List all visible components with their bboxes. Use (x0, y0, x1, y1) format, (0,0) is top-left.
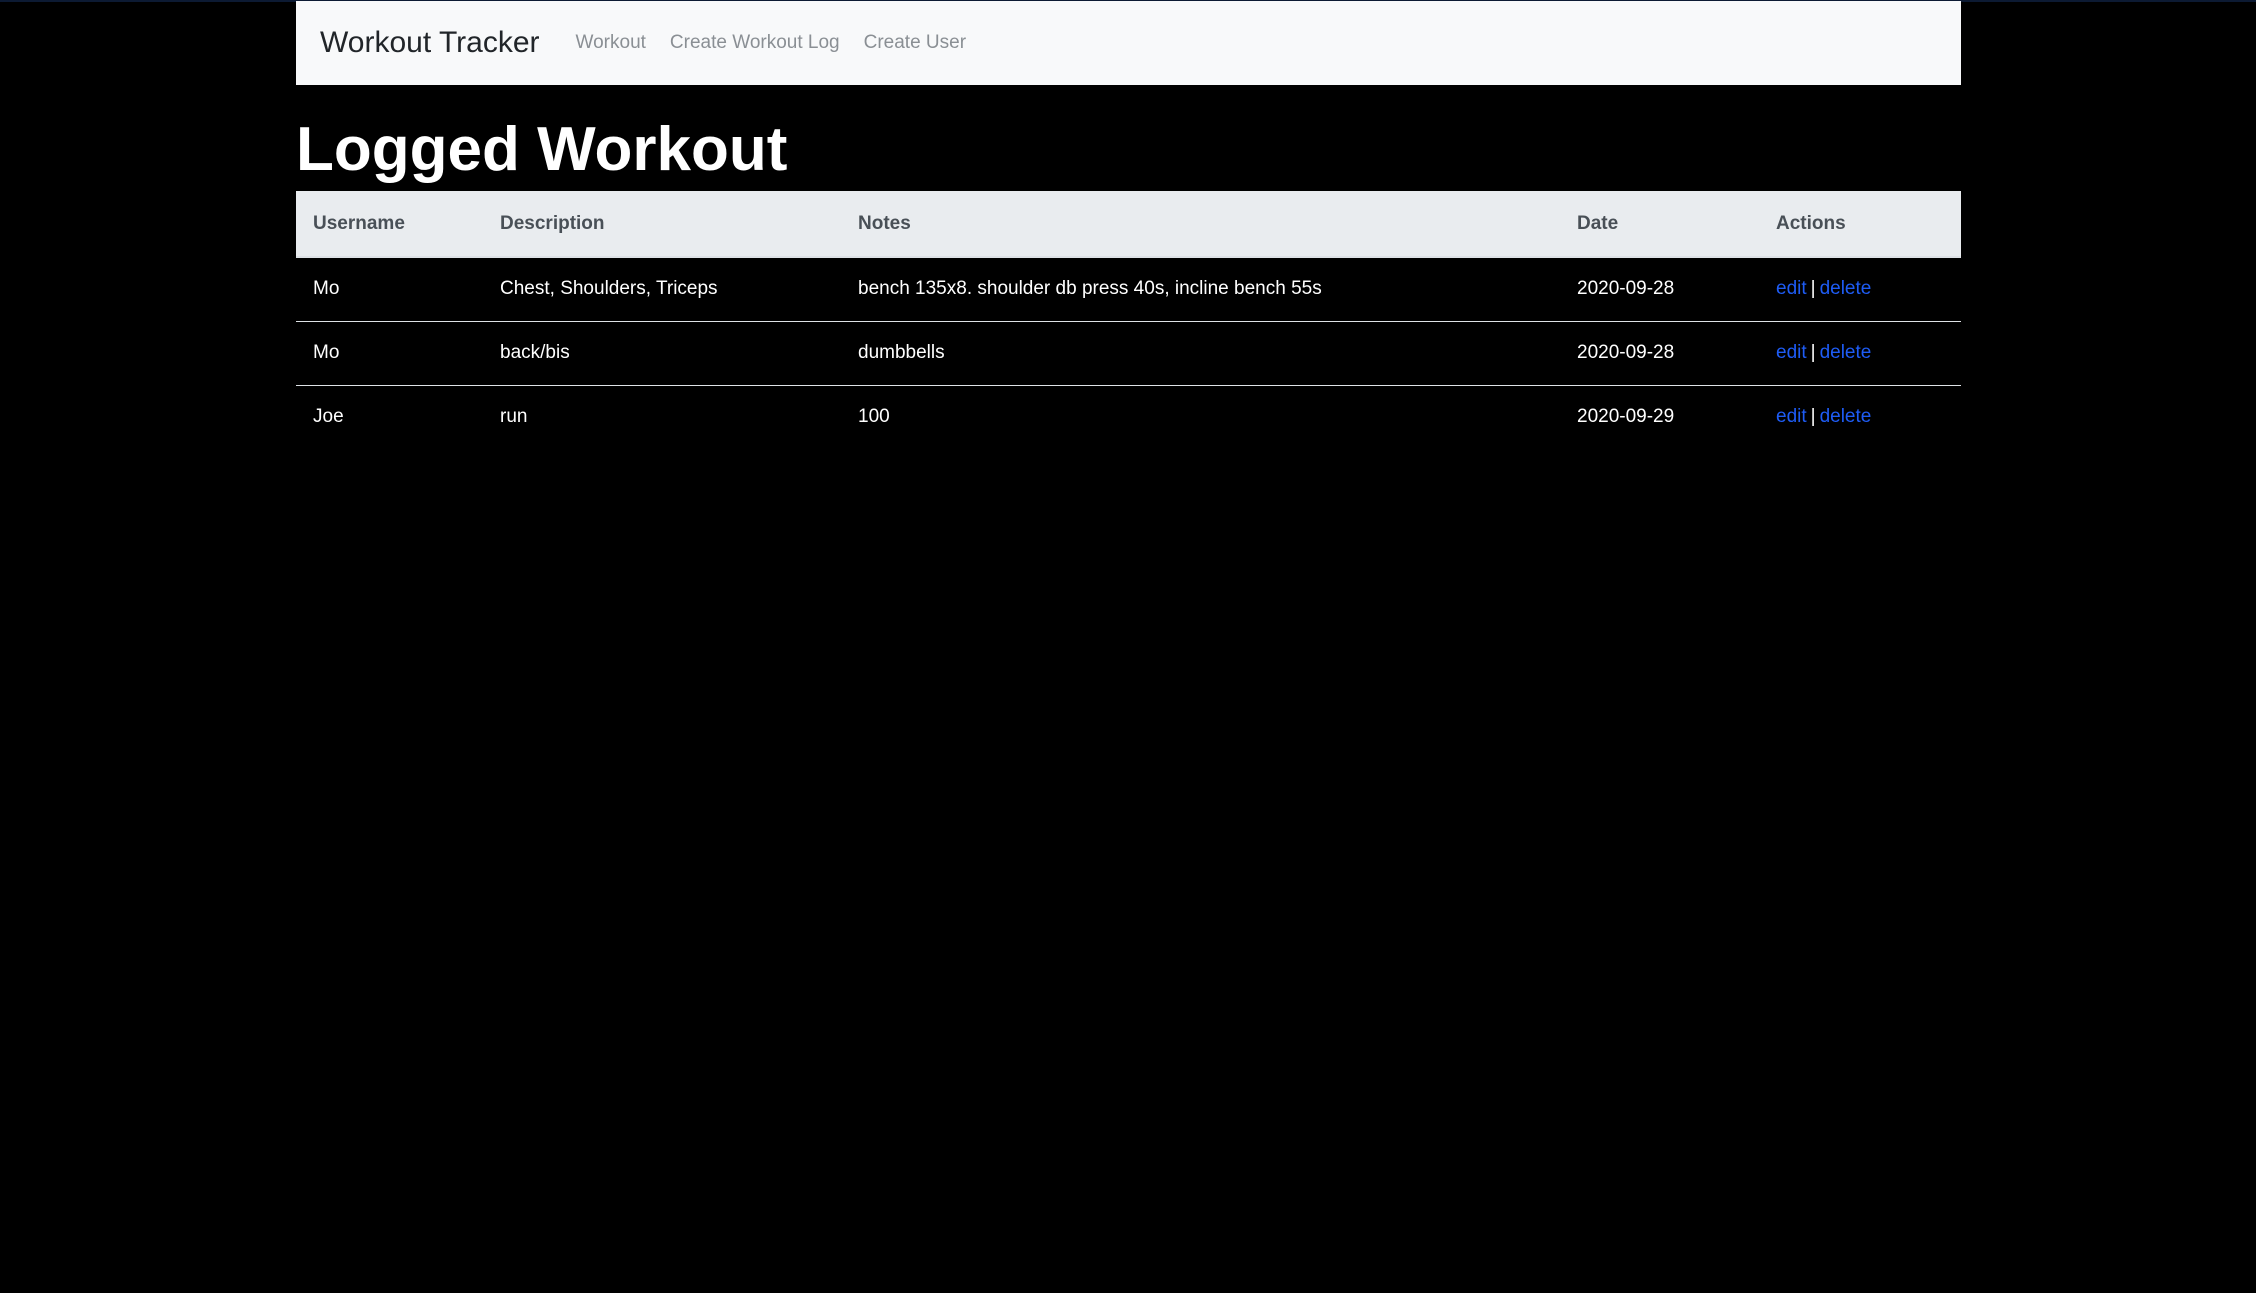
cell-notes: 100 (841, 384, 1560, 449)
delete-link[interactable]: delete (1820, 278, 1872, 299)
cell-date: 2020-09-29 (1560, 384, 1759, 449)
delete-link[interactable]: delete (1820, 406, 1872, 427)
navbar: Workout Tracker Workout Create Workout L… (296, 1, 1961, 85)
action-separator: | (1810, 342, 1816, 363)
cell-description: back/bis (483, 320, 841, 385)
cell-actions: edit | delete (1759, 384, 1961, 449)
cell-username: Mo (313, 278, 340, 300)
edit-link[interactable]: edit (1776, 406, 1807, 427)
column-header-description: Description (483, 191, 841, 258)
column-header-date: Date (1560, 191, 1759, 258)
column-header-username: Username (296, 191, 483, 258)
cell-actions: edit | delete (1759, 320, 1961, 385)
cell-description: run (483, 384, 841, 449)
column-header-actions: Actions (1759, 191, 1961, 258)
cell-notes: dumbbells (841, 320, 1560, 385)
navbar-brand[interactable]: Workout Tracker (320, 26, 540, 60)
edit-link[interactable]: edit (1776, 278, 1807, 299)
table-header: Username Description Notes Date Actions (296, 191, 1961, 258)
nav-link-create-user[interactable]: Create User (864, 32, 966, 54)
cell-notes: bench 135x8. shoulder db press 40s, incl… (858, 278, 1322, 300)
cell-actions: edit | delete (1759, 257, 1961, 321)
main-container: Workout Tracker Workout Create Workout L… (296, 1, 1961, 449)
cell-date: 2020-09-28 (1560, 320, 1759, 385)
table-row: Mo back/bis dumbbells 2020-09-28 edit | de… (296, 320, 1961, 385)
table-body: Mo Chest, Shoulders, Triceps bench 135x8… (296, 257, 1961, 449)
nav-link-workout[interactable]: Workout (576, 32, 646, 54)
table-row: Joe run 100 2020-09-29 edit | delete (296, 384, 1961, 449)
delete-link[interactable]: delete (1820, 342, 1872, 363)
table-row: Mo Chest, Shoulders, Triceps bench 135x8… (296, 257, 1961, 321)
action-separator: | (1810, 278, 1816, 300)
column-header-notes: Notes (841, 191, 1560, 258)
action-separator: | (1810, 406, 1816, 428)
nav-link-create-workout-log[interactable]: Create Workout Log (670, 32, 840, 54)
page-title: Logged Workout (296, 115, 788, 184)
cell-date: 2020-09-28 (1577, 278, 1675, 300)
cell-username: Joe (296, 384, 483, 449)
cell-username: Mo (296, 320, 483, 385)
cell-description: Chest, Shoulders, Triceps (500, 278, 718, 300)
workout-table: Username Description Notes Date Actions … (296, 191, 1961, 449)
edit-link[interactable]: edit (1776, 342, 1807, 363)
